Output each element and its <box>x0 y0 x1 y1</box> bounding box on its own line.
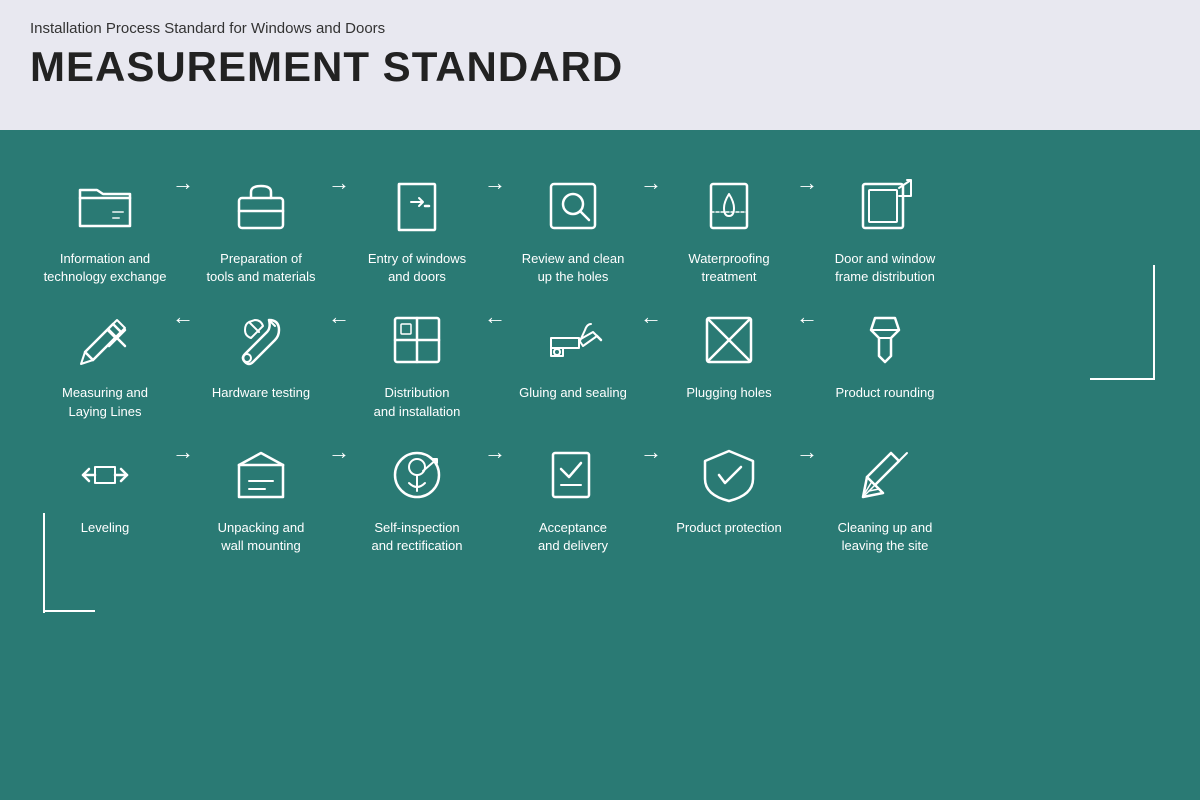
broom-icon <box>849 439 921 511</box>
step-protection: Product protection <box>664 439 794 537</box>
step-cleanup: Cleaning up and leaving the site <box>820 439 950 555</box>
wrench-icon <box>225 304 297 376</box>
step-label-hardware: Hardware testing <box>212 384 310 402</box>
step-leveling: Leveling <box>40 439 170 537</box>
step-distribution: Distribution and installation <box>352 304 482 420</box>
header: Installation Process Standard for Window… <box>0 0 1200 130</box>
step-waterproofing: Waterproofing treatment <box>664 170 794 286</box>
inspect-icon <box>381 439 453 511</box>
step-label-distribution: Distribution and installation <box>374 384 461 420</box>
connector-l-h <box>43 610 95 612</box>
plug-icon <box>693 304 765 376</box>
arrow-r2-4: ← <box>640 304 662 330</box>
door-icon <box>381 170 453 242</box>
frame-icon <box>849 170 921 242</box>
row1: Information and technology exchange → Pr… <box>30 160 1170 286</box>
step-label-entry-windows: Entry of windows and doors <box>368 250 466 286</box>
step-label-plugging: Plugging holes <box>686 384 771 402</box>
step-label-tools-prep: Preparation of tools and materials <box>206 250 315 286</box>
arrow-1: → <box>172 170 194 196</box>
step-entry-windows: Entry of windows and doors <box>352 170 482 286</box>
step-review-holes: Review and clean up the holes <box>508 170 638 286</box>
step-self-inspect: Self-inspection and rectification <box>352 439 482 555</box>
step-gluing: Gluing and sealing <box>508 304 638 402</box>
ruler-icon <box>69 304 141 376</box>
step-acceptance: Acceptance and delivery <box>508 439 638 555</box>
step-label-info-exchange: Information and technology exchange <box>44 250 167 286</box>
arrow-r3-3: → <box>484 439 506 465</box>
step-label-self-inspect: Self-inspection and rectification <box>371 519 462 555</box>
arrow-r3-5: → <box>796 439 818 465</box>
row3: Leveling → Unpacking and wall mounting → <box>30 439 1170 555</box>
grid-icon <box>381 304 453 376</box>
arrow-5: → <box>796 170 818 196</box>
arrow-r2-2: ← <box>328 304 350 330</box>
step-label-review-holes: Review and clean up the holes <box>522 250 625 286</box>
unpack-icon <box>225 439 297 511</box>
step-label-acceptance: Acceptance and delivery <box>538 519 608 555</box>
connector-r1-r2-h <box>1090 378 1155 380</box>
step-label-unpacking: Unpacking and wall mounting <box>218 519 305 555</box>
arrow-4: → <box>640 170 662 196</box>
shield-icon <box>693 439 765 511</box>
step-label-leveling: Leveling <box>81 519 129 537</box>
arrow-r2-3: ← <box>484 304 506 330</box>
step-label-protection: Product protection <box>676 519 782 537</box>
connector-r1-r2 <box>1153 265 1155 380</box>
arrow-r3-4: → <box>640 439 662 465</box>
accept-icon <box>537 439 609 511</box>
row2: Measuring and Laying Lines ← Hardware te… <box>30 304 1170 420</box>
main-content: Information and technology exchange → Pr… <box>0 130 1200 800</box>
waterproof-icon <box>693 170 765 242</box>
step-label-gluing: Gluing and sealing <box>519 384 627 402</box>
header-title: MEASUREMENT STANDARD <box>30 43 1170 91</box>
step-hardware: Hardware testing <box>196 304 326 402</box>
level-icon <box>69 439 141 511</box>
step-label-rounding: Product rounding <box>835 384 934 402</box>
step-measuring: Measuring and Laying Lines <box>40 304 170 420</box>
step-label-measuring: Measuring and Laying Lines <box>62 384 148 420</box>
search-icon <box>537 170 609 242</box>
step-info-exchange: Information and technology exchange <box>40 170 170 286</box>
step-tools-prep: Preparation of tools and materials <box>196 170 326 286</box>
arrow-r2-1: ← <box>172 304 194 330</box>
step-rounding: Product rounding <box>820 304 950 402</box>
step-label-waterproofing: Waterproofing treatment <box>688 250 769 286</box>
arrow-r3-2: → <box>328 439 350 465</box>
glue-icon <box>537 304 609 376</box>
arrow-r2-5: ← <box>796 304 818 330</box>
toolbox-icon <box>225 170 297 242</box>
folder-icon <box>69 170 141 242</box>
arrow-2: → <box>328 170 350 196</box>
arrow-3: → <box>484 170 506 196</box>
step-label-frame-dist: Door and window frame distribution <box>835 250 935 286</box>
step-unpacking: Unpacking and wall mounting <box>196 439 326 555</box>
arrow-r3-1: → <box>172 439 194 465</box>
connector-l-top <box>43 513 45 613</box>
step-label-cleanup: Cleaning up and leaving the site <box>838 519 933 555</box>
step-frame-dist: Door and window frame distribution <box>820 170 950 286</box>
pin-icon <box>849 304 921 376</box>
header-subtitle: Installation Process Standard for Window… <box>30 20 1170 37</box>
step-plugging: Plugging holes <box>664 304 794 402</box>
